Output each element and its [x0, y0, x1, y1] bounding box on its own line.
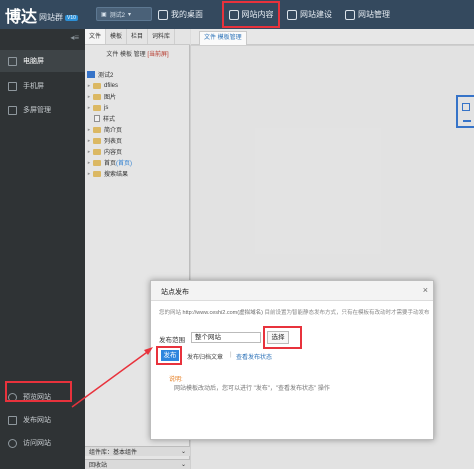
nav-site-manage[interactable]: 网站管理: [345, 0, 390, 29]
publish-site-highlight: [5, 381, 72, 402]
sidebar-item-pc-screen[interactable]: 电脑屏: [0, 50, 85, 72]
monitor-icon: [8, 56, 17, 66]
sidebar-item-label: 访问网站: [23, 440, 51, 447]
tab-columns[interactable]: 栏目: [127, 29, 149, 44]
site-publish-dialog: 站点发布 × 您的网站 http://www.ceshi2.com(虚拟域名) …: [150, 280, 434, 440]
site-select-value: 测试2: [109, 12, 126, 19]
nav-site-content-label: 网站内容: [241, 10, 274, 19]
sidebar-item-phone-screen[interactable]: 手机屏: [0, 75, 85, 97]
dialog-title: 站点发布: [161, 289, 189, 296]
logo-version-badge: V10: [65, 15, 78, 21]
publish-button-highlight: [156, 346, 182, 365]
view-status-link[interactable]: 查看发布状态: [236, 352, 272, 361]
chevron-down-icon: ▾: [128, 11, 132, 18]
sidebar-item-multiscreen[interactable]: 多屏管理: [0, 99, 85, 121]
nav-site-manage-label: 网站管理: [358, 10, 390, 19]
edit-icon: [228, 9, 239, 20]
dialog-info: 您的网站 http://www.ceshi2.com(虚拟域名) 目前设置为智能…: [159, 309, 431, 317]
sidebar-item-visit-site[interactable]: 访问网站: [0, 432, 85, 454]
sidebar-item-label: 多屏管理: [23, 107, 51, 114]
close-icon[interactable]: ×: [423, 285, 428, 295]
publish-range-field[interactable]: 整个网站: [191, 332, 261, 343]
link-separator: |: [230, 352, 232, 358]
sidebar-item-publish-site[interactable]: 发布网站: [0, 409, 85, 431]
multiscreen-icon: [8, 105, 17, 115]
tip-text: 网站模板改动后，您可以进行 "发布"，"查看发布状态" 操作: [174, 386, 330, 392]
main-tab-bar: 文件 模板管理: [191, 29, 474, 45]
nav-my-desktop-label: 我的桌面: [171, 10, 203, 19]
phone-icon: [8, 81, 17, 91]
publish-icon: [8, 415, 17, 425]
tip-label: 说明:: [169, 377, 183, 383]
build-icon: [287, 9, 297, 20]
left-sidebar: ◂≡ 电脑屏 手机屏 多屏管理 预览网站 发布网站 访问网站: [0, 29, 85, 469]
info-rest: 目前设置为智能静态发布方式，只有在模板有改动时才需要手动发布: [264, 310, 430, 316]
logo-main: 博达: [5, 7, 38, 26]
nav-my-desktop[interactable]: 我的桌面: [158, 0, 203, 29]
nav-site-build-label: 网站建设: [300, 10, 332, 19]
visit-icon: [8, 438, 17, 448]
tab-files[interactable]: 文件: [85, 29, 107, 44]
site-icon: ▣: [101, 11, 107, 18]
logo: 博达 网站群 V10: [5, 4, 78, 26]
sidebar-item-label: 电脑屏: [23, 58, 44, 65]
sidebar-item-label: 手机屏: [23, 83, 44, 90]
info-prefix: 您的网站: [159, 310, 182, 316]
logo-sub: 网站群: [39, 12, 64, 22]
dialog-header: 站点发布 ×: [151, 281, 433, 301]
manage-icon: [345, 9, 355, 20]
tab-vocab[interactable]: 词料库: [148, 29, 176, 44]
select-button-highlight: [263, 326, 302, 349]
nav-site-build[interactable]: 网站建设: [287, 0, 332, 29]
site-select[interactable]: ▣ 测试2 ▾: [96, 7, 152, 21]
tab-templates[interactable]: 模板: [106, 29, 128, 44]
tab-file-template-manage[interactable]: 文件 模板管理: [199, 31, 247, 45]
collapse-icon[interactable]: ◂≡: [70, 33, 79, 42]
publish-archive-link[interactable]: 发布归档文章: [187, 352, 223, 361]
top-bar: 博达 网站群 V10 ▣ 测试2 ▾ 我的桌面 网站内容 网站建设 网站管理: [0, 0, 474, 29]
site-url: http://www.ceshi2.com(虚拟域名): [182, 310, 263, 316]
nav-site-content[interactable]: 网站内容: [222, 1, 280, 28]
tree-tabs: 文件 模板 栏目 词料库: [85, 29, 190, 45]
sidebar-item-label: 发布网站: [23, 417, 51, 424]
desktop-icon: [158, 9, 168, 20]
publish-range-label: 发布范围: [159, 337, 185, 344]
